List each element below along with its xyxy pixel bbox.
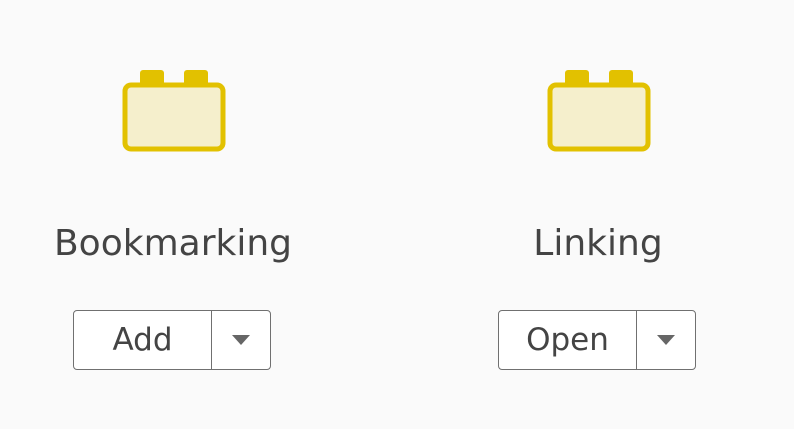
open-dropdown-button[interactable] — [637, 311, 695, 369]
tool-label: Bookmarking — [53, 223, 293, 264]
tool-card-linking: Linking Open — [438, 0, 758, 429]
open-split-button[interactable]: Open — [498, 310, 696, 370]
building-block-icon — [122, 70, 226, 152]
add-button[interactable]: Add — [74, 311, 212, 369]
caret-down-icon — [232, 335, 250, 345]
tool-card-bookmarking: Bookmarking Add — [13, 0, 333, 429]
open-button[interactable]: Open — [499, 311, 637, 369]
add-dropdown-button[interactable] — [212, 311, 270, 369]
building-block-icon — [547, 70, 651, 152]
tool-label: Linking — [533, 223, 663, 264]
add-split-button[interactable]: Add — [73, 310, 271, 370]
caret-down-icon — [657, 335, 675, 345]
